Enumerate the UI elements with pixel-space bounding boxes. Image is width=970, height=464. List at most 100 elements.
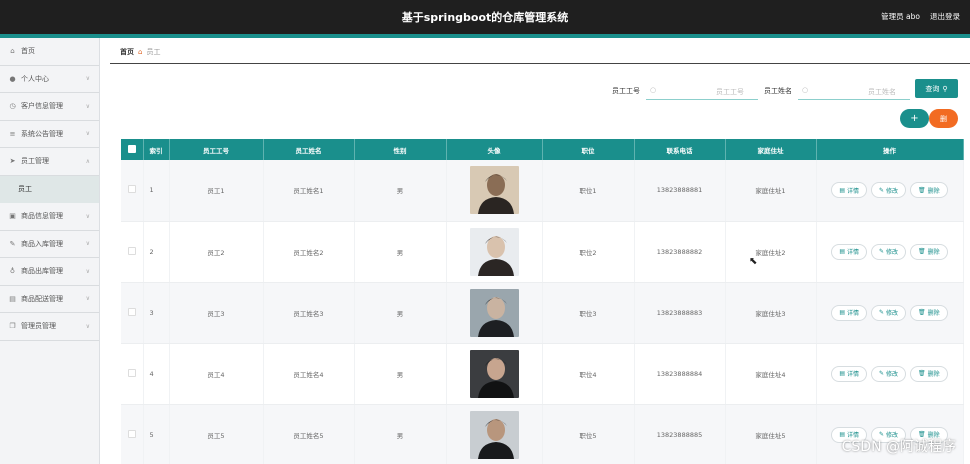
main-content: 首页 ⌂ 员工 员工工号 ○ 员工工号 员工姓名 ○ 员工姓名 查询 ⚲ + 删… [100,38,970,464]
table-row: 4 员工4 员工姓名4 男职位4 13823888884 家庭住址4 ▤ 详情 ✎ 修改 🗑 删除 [121,343,964,405]
sidebar-item-goods-out[interactable]: ♁ 商品出库管理 ∨ [0,258,99,286]
cell-avatar [446,282,543,344]
employee-table: 索引 员工工号 员工姓名 性别 头像 职位 联系电话 家庭住址 操作 1 员工1 员… [121,139,964,464]
user-area: 管理员 abo 退出登录 [881,11,960,22]
query-button[interactable]: 查询 ⚲ [915,79,958,98]
breadcrumb-divider [110,63,970,64]
delete-button[interactable]: 🗑 删除 [910,304,948,321]
cell-gender: 男 [354,221,447,283]
row-checkbox[interactable] [121,343,144,405]
search-icon: ○ [650,86,657,94]
row-checkbox[interactable] [121,160,144,222]
sidebar-item-label: 管理员管理 [21,322,56,331]
sidebar-item-admins[interactable]: ❐ 管理员管理 ∨ [0,313,99,341]
cell-phone: 13823888881 [634,160,726,222]
cell-gender: 男 [354,282,447,344]
table-header-row: 索引 员工工号 员工姓名 性别 头像 职位 联系电话 家庭住址 操作 [121,139,964,160]
search-employee-id: 员工工号 ○ 员工工号 [612,82,758,100]
cell-employee-id: 员工1 [169,160,264,222]
mic-icon: ♁ [9,267,16,276]
sidebar-item-label: 系统公告管理 [21,129,63,138]
cell-avatar [446,221,543,283]
delete-label: 删除 [927,187,940,195]
edit-button[interactable]: ✎ 修改 [871,304,907,321]
document-icon: ▤ [839,186,845,194]
search-icon: ⚲ [942,84,948,93]
col-header: 家庭住址 [725,139,817,160]
edit-button[interactable]: ✎ 修改 [871,182,907,199]
edit-button[interactable]: ✎ 修改 [871,365,907,382]
delete-button[interactable]: 🗑 删除 [910,243,948,260]
box-icon: ▤ [9,294,16,303]
sidebar-item-label: 商品配送管理 [21,294,63,303]
avatar [469,227,519,276]
stack-icon: ≡ [9,129,16,138]
chevron-down-icon: ∨ [85,212,90,220]
cell-employee-name: 员工姓名5 [263,404,355,464]
select-all-checkbox[interactable] [121,139,144,160]
sidebar-item-notices[interactable]: ≡ 系统公告管理 ∨ [0,121,99,148]
logout-link[interactable]: 退出登录 [930,11,960,22]
add-button[interactable]: + [900,109,929,128]
sidebar-item-home[interactable]: ⌂ 首页 [0,38,99,66]
breadcrumb-home[interactable]: 首页 [120,47,134,57]
cell-position: 职位5 [542,404,635,464]
cell-gender: 男 [354,404,447,464]
edit-button[interactable]: ✎ 修改 [871,243,907,260]
delete-button[interactable]: 🗑 删除 [910,182,948,199]
edit-label: 修改 [886,249,899,256]
cell-employee-name: 员工姓名1 [263,160,355,222]
chevron-down-icon: ∨ [85,240,90,248]
cell-address: 家庭住址1 [725,160,817,222]
table-row: 1 员工1 员工姓名1 男职位1 13823888881 家庭住址1 ▤ 详情 ✎ 修改 🗑 删除 [121,160,964,222]
cell-phone: 13823888884 [634,343,726,405]
pencil-icon: ✎ [879,370,885,377]
search-employee-name: 员工姓名 ○ 员工姓名 [764,82,910,100]
row-checkbox[interactable] [121,221,144,283]
user-label: 管理员 abo [881,12,920,21]
sidebar-item-customers[interactable]: ◷ 客户信息管理 ∨ [0,93,99,121]
cell-address: 家庭住址4 [725,343,817,405]
sidebar-item-label: 员工管理 [21,157,49,166]
detail-button[interactable]: ▤ 详情 [831,304,867,321]
sidebar-item-profile[interactable]: ● 个人中心 ∨ [0,66,99,93]
detail-button[interactable]: ▤ 详情 [831,182,867,199]
delete-button[interactable]: 🗑 删除 [910,365,948,382]
employee-name-input[interactable]: ○ 员工姓名 [798,82,910,100]
chevron-down-icon: ∨ [85,267,90,275]
sidebar-subitem-employee[interactable]: 员工 [0,175,99,203]
col-header: 员工工号 [169,139,264,160]
sidebar-item-goods-in[interactable]: ✎ 商品入库管理 ∨ [0,231,99,258]
col-header: 索引 [143,139,170,160]
avatar [469,410,519,459]
cell-phone: 13823888882 [634,221,726,283]
chevron-down-icon: ∨ [85,322,90,330]
document-icon: ▤ [839,248,845,255]
row-checkbox[interactable] [121,404,144,464]
cell-position: 职位1 [542,160,635,222]
detail-button[interactable]: ▤ 详情 [831,243,867,260]
row-checkbox[interactable] [121,282,144,344]
sidebar-item-employees[interactable]: ➤ 员工管理 ∧ [0,148,99,176]
employee-id-input[interactable]: ○ 员工工号 [646,82,758,100]
batch-delete-button[interactable]: 删 [929,109,958,128]
home-icon: ⌂ [138,48,143,56]
detail-button[interactable]: ▤ 详情 [831,365,867,382]
cell-employee-id: 员工2 [169,221,264,283]
col-header: 联系电话 [634,139,726,160]
cell-employee-id: 员工5 [169,404,264,464]
chevron-down-icon: ∨ [85,130,90,138]
chevron-down-icon: ∨ [85,75,90,83]
sidebar-item-goods-info[interactable]: ▣ 商品信息管理 ∨ [0,203,99,231]
search-label: 员工姓名 [764,87,792,95]
pencil-icon: ✎ [879,248,885,255]
sidebar-item-label: 商品入库管理 [21,239,63,248]
sidebar-item-label: 商品信息管理 [21,212,63,221]
col-header: 性别 [354,139,447,160]
sidebar-item-delivery[interactable]: ▤ 商品配送管理 ∨ [0,286,99,313]
col-header: 操作 [816,139,964,160]
table-row: 5 员工5 员工姓名5 男职位5 13823888885 家庭住址5 ▤ 详情 ✎ 修改 🗑 删除 [121,404,964,464]
cell-index: 4 [143,343,170,405]
home-icon: ⌂ [10,47,15,56]
cell-employee-name: 员工姓名2 [263,221,355,283]
